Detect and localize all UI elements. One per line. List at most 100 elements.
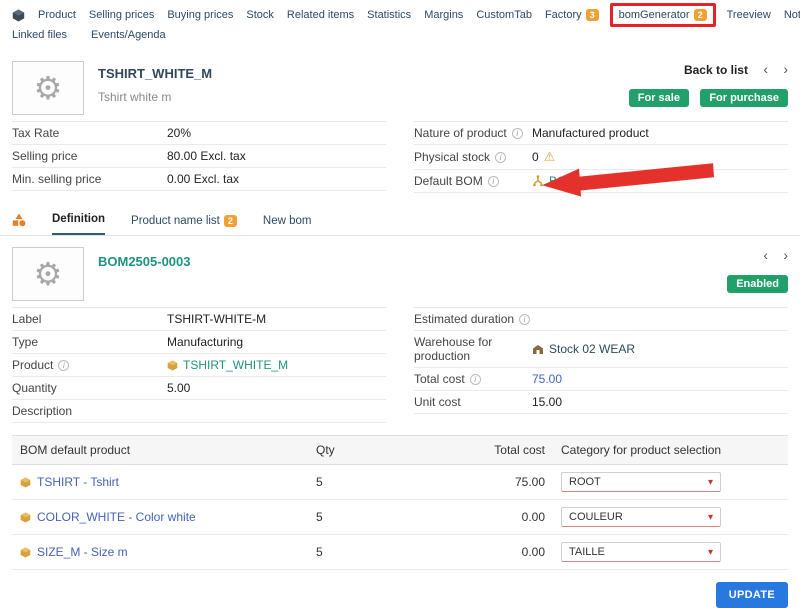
- tab-definition[interactable]: Definition: [52, 213, 105, 235]
- tab-buying-prices[interactable]: Buying prices: [167, 9, 233, 21]
- info-icon: [58, 360, 69, 371]
- field-label: Description: [12, 404, 167, 418]
- tab-bomgenerator[interactable]: bomGenerator 2: [619, 9, 707, 21]
- product-banner-main: TSHIRT_WHITE_M Tshirt white m: [98, 61, 621, 115]
- tab-selling-prices[interactable]: Selling prices: [89, 9, 154, 21]
- tab-customtab[interactable]: CustomTab: [476, 9, 532, 21]
- tab-bomgenerator-label: bomGenerator: [619, 9, 690, 21]
- tab-product[interactable]: Product: [38, 9, 76, 21]
- field-row-quantity: Quantity 5.00: [12, 377, 386, 400]
- line-qty: 5: [308, 465, 443, 500]
- tab-product-name-list-label: Product name list: [131, 215, 220, 227]
- tab-related-items[interactable]: Related items: [287, 9, 354, 21]
- field-label: Label: [12, 312, 167, 326]
- field-label: Tax Rate: [12, 126, 167, 140]
- table-row: TSHIRT - Tshirt 5 75.00 ROOT ▾: [12, 465, 788, 500]
- field-row-label: Label TSHIRT-WHITE-M: [12, 308, 386, 331]
- warehouse-value[interactable]: Stock 02 WEAR: [549, 342, 635, 356]
- tab-new-bom[interactable]: New bom: [263, 215, 312, 235]
- default-bom-link[interactable]: BOM2505-0003: [549, 174, 634, 188]
- product-photo: ⚙: [12, 61, 84, 115]
- chevron-right-icon[interactable]: ›: [783, 61, 788, 77]
- total-cost-link[interactable]: 75.00: [532, 372, 562, 386]
- category-select[interactable]: ROOT ▾: [561, 472, 721, 492]
- gear-placeholder-icon: ⚙: [34, 255, 63, 293]
- field-value: 15.00: [532, 395, 562, 409]
- back-to-list-link[interactable]: Back to list: [684, 63, 748, 77]
- field-label: Type: [12, 335, 167, 349]
- for-purchase-badge: For purchase: [700, 89, 788, 107]
- category-select-value: ROOT: [569, 476, 601, 488]
- field-value: Manufactured product: [532, 126, 649, 140]
- category-select[interactable]: COULEUR ▾: [561, 507, 721, 527]
- tab-events-agenda[interactable]: Events/Agenda: [91, 29, 166, 41]
- bom-banner-right: ‹ › Enabled: [719, 247, 788, 301]
- product-banner-right: Back to list ‹ › For sale For purchase: [621, 61, 788, 115]
- table-row: COLOR_WHITE - Color white 5 0.00 COULEUR…: [12, 500, 788, 535]
- table-header-row: BOM default product Qty Total cost Categ…: [12, 436, 788, 465]
- tab-margins[interactable]: Margins: [424, 9, 463, 21]
- field-row-nature: Nature of product Manufactured product: [414, 122, 788, 145]
- line-qty: 5: [308, 500, 443, 535]
- category-select-value: TAILLE: [569, 546, 605, 558]
- field-row-total-cost: Total cost 75.00: [414, 368, 788, 391]
- tab-bomgenerator-badge: 2: [694, 9, 707, 21]
- field-value: Manufacturing: [167, 335, 243, 349]
- line-product-link[interactable]: COLOR_WHITE - Color white: [37, 510, 196, 524]
- tab-notes[interactable]: Notes: [784, 9, 800, 21]
- category-select[interactable]: TAILLE ▾: [561, 542, 721, 562]
- field-row-unit-cost: Unit cost 15.00: [414, 391, 788, 414]
- info-icon: [495, 152, 506, 163]
- warehouse-icon: [532, 344, 544, 355]
- tab-treeview[interactable]: Treeview: [727, 9, 771, 21]
- field-value: 0: [532, 150, 539, 164]
- product-module-icon: [12, 9, 25, 22]
- tab-factory-badge: 3: [586, 9, 599, 21]
- product-fields: Tax Rate 20% Selling price 80.00 Excl. t…: [0, 119, 800, 193]
- for-sale-badge: For sale: [629, 89, 689, 107]
- product-cube-icon: [167, 360, 178, 371]
- product-title: TSHIRT_WHITE_M: [98, 66, 621, 81]
- tab-linked-files[interactable]: Linked files: [12, 29, 67, 41]
- bom-fields-right: Estimated duration Warehouse for product…: [414, 307, 788, 423]
- field-label: Min. selling price: [12, 172, 167, 186]
- field-label: Unit cost: [414, 395, 532, 409]
- info-icon: [519, 314, 530, 325]
- tab-factory[interactable]: Factory 3: [545, 9, 599, 21]
- field-value: 0.00 Excl. tax: [167, 172, 239, 186]
- chevron-right-icon[interactable]: ›: [783, 247, 788, 263]
- field-label: Total cost: [414, 372, 532, 386]
- field-row-selling-price: Selling price 80.00 Excl. tax: [12, 145, 386, 168]
- field-label: Nature of product: [414, 126, 532, 140]
- tab-product-name-list[interactable]: Product name list 2: [131, 215, 237, 235]
- bom-module-icon: [12, 213, 26, 235]
- actions-bar: UPDATE: [0, 570, 800, 608]
- line-product-link[interactable]: TSHIRT - Tshirt: [37, 475, 119, 489]
- tab-statistics[interactable]: Statistics: [367, 9, 411, 21]
- field-row-tax-rate: Tax Rate 20%: [12, 122, 386, 145]
- product-tab-bar: Product Selling prices Buying prices Sto…: [0, 0, 800, 26]
- tab-factory-label: Factory: [545, 9, 582, 21]
- chevron-left-icon[interactable]: ‹: [763, 61, 768, 77]
- line-product-link[interactable]: SIZE_M - Size m: [37, 545, 128, 559]
- product-cube-icon: [20, 477, 31, 488]
- chevron-left-icon[interactable]: ‹: [763, 247, 768, 263]
- category-select-value: COULEUR: [569, 511, 623, 523]
- bom-fields-left: Label TSHIRT-WHITE-M Type Manufacturing …: [12, 307, 386, 423]
- field-value: TSHIRT-WHITE-M: [167, 312, 266, 326]
- product-fields-left: Tax Rate 20% Selling price 80.00 Excl. t…: [12, 121, 386, 193]
- field-label: Product: [12, 358, 167, 372]
- bom-fields: Label TSHIRT-WHITE-M Type Manufacturing …: [0, 305, 800, 423]
- info-icon: [488, 176, 499, 187]
- field-label: Warehouse for production: [414, 335, 532, 363]
- info-icon: [512, 128, 523, 139]
- update-button[interactable]: UPDATE: [716, 582, 788, 608]
- field-row-default-bom: Default BOM BOM2505-0003: [414, 170, 788, 193]
- field-row-min-selling-price: Min. selling price 0.00 Excl. tax: [12, 168, 386, 191]
- bom-product-link[interactable]: TSHIRT_WHITE_M: [183, 358, 288, 372]
- tab-stock[interactable]: Stock: [246, 9, 274, 21]
- bom-banner-main: BOM2505-0003: [98, 247, 719, 301]
- field-value: 5.00: [167, 381, 190, 395]
- chevron-down-icon: ▾: [708, 547, 713, 558]
- field-label: Estimated duration: [414, 312, 532, 326]
